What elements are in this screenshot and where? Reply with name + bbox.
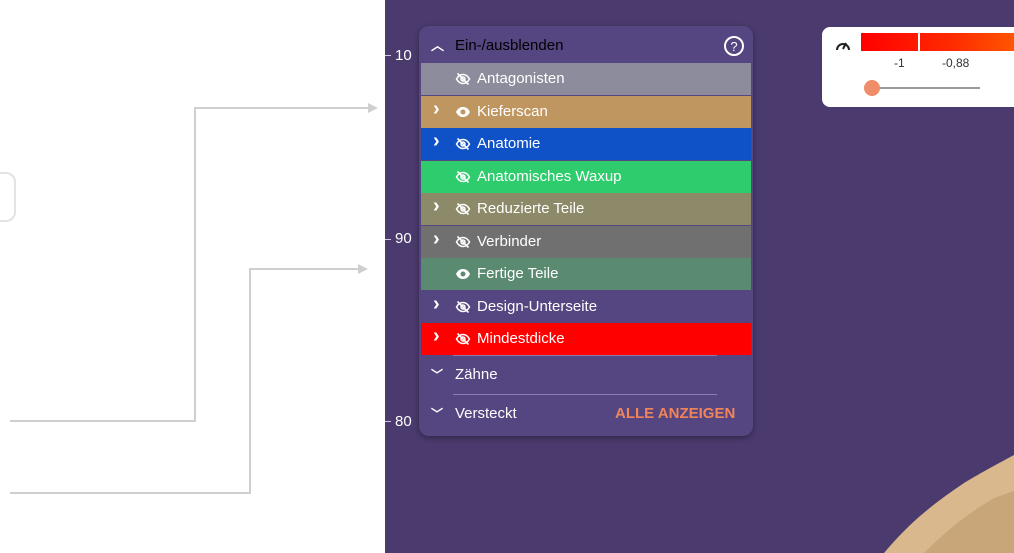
zaehne-label: Zähne [455, 366, 498, 383]
help-icon[interactable]: ? [723, 35, 745, 57]
scale-value-1: -1 [894, 56, 905, 70]
chevron-right-icon[interactable]: › [433, 294, 447, 314]
ruler-axis-line [383, 0, 385, 553]
visibility-row[interactable]: › Anatomie [421, 128, 751, 160]
visibility-row-label: Kieferscan [477, 102, 548, 120]
versteckt-label: Versteckt [455, 405, 517, 422]
connector-line-lower [10, 268, 358, 494]
visibility-row-label: Anatomie [477, 135, 541, 152]
connector-line-upper [10, 107, 368, 422]
versteckt-section[interactable]: ﹀ Versteckt ALLE ANZEIGEN [419, 398, 749, 430]
eye-off-icon[interactable] [455, 331, 471, 347]
eye-off-icon[interactable] [455, 234, 471, 250]
eye-off-icon[interactable] [455, 71, 471, 87]
ruler-tick [385, 55, 391, 56]
visibility-row[interactable]: › Mindestdicke [421, 323, 751, 355]
ruler-label-top: 10 [395, 47, 412, 64]
visibility-row-label: Verbinder [477, 232, 542, 250]
eye-off-icon[interactable] [455, 299, 471, 315]
visibility-row[interactable]: › Kieferscan [421, 95, 751, 128]
show-all-button[interactable]: ALLE ANZEIGEN [615, 405, 735, 422]
ruler-tick [385, 239, 391, 240]
connector-arrow-lower [358, 264, 368, 274]
visibility-row[interactable]: › Design-Unterseite [421, 290, 751, 323]
visibility-row-label: Antagonisten [477, 70, 565, 87]
ruler-label-middle: 90 [395, 230, 412, 247]
visibility-row[interactable]: › Verbinder [421, 225, 751, 258]
chevron-right-icon[interactable]: › [433, 326, 447, 346]
section-divider [453, 394, 717, 395]
eye-off-icon[interactable] [455, 136, 471, 152]
scale-value-2: -0,88 [942, 56, 970, 70]
chevron-down-icon[interactable]: ﹀ [431, 367, 445, 383]
ruler-label-bottom: 80 [395, 413, 412, 430]
eye-icon[interactable] [455, 266, 471, 282]
chevron-right-icon[interactable]: › [433, 196, 447, 216]
visibility-row-label: Reduzierte Teile [477, 200, 585, 217]
chevron-up-icon[interactable]: ︿ [431, 38, 445, 54]
connector-arrow-upper [368, 103, 378, 113]
visibility-row[interactable]: Fertige Teile [421, 258, 751, 290]
chevron-right-icon[interactable]: › [433, 131, 447, 151]
visibility-row-label: Anatomisches Waxup [477, 167, 622, 185]
chevron-down-icon[interactable]: ﹀ [431, 406, 445, 422]
visibility-row-label: Mindestdicke [477, 330, 565, 347]
speedometer-icon[interactable] [835, 38, 851, 54]
eye-off-icon[interactable] [455, 169, 471, 185]
panel-header-title: Ein-/ausblenden [455, 37, 564, 54]
connector-lines [10, 103, 378, 494]
visibility-row[interactable]: Anatomisches Waxup [421, 160, 751, 193]
svg-text:?: ? [730, 39, 737, 54]
zaehne-section[interactable]: ﹀ Zähne [419, 359, 749, 391]
tooth-model-surface[interactable] [854, 443, 1014, 553]
visibility-row[interactable]: Antagonisten [421, 63, 751, 95]
eye-icon[interactable] [455, 104, 471, 120]
panel-header[interactable]: ︿ Ein-/ausblenden ? [419, 32, 753, 62]
threshold-slider-handle[interactable] [864, 80, 880, 96]
color-scale-bar [861, 33, 1014, 51]
threshold-slider-track[interactable] [872, 87, 980, 89]
chevron-right-icon[interactable]: › [433, 99, 447, 119]
3d-viewport[interactable]: 10 90 80 ︿ Ein-/ausblenden ? Antagoniste… [385, 0, 1014, 553]
deviation-legend: -1 -0,88 [822, 27, 1014, 107]
left-whitespace [0, 0, 385, 553]
color-scale-divider [918, 33, 920, 51]
visibility-panel: ︿ Ein-/ausblenden ? Antagonisten › Kiefers… [419, 26, 753, 436]
section-divider [453, 355, 717, 356]
visibility-row-label: Design-Unterseite [477, 297, 598, 315]
chevron-right-icon[interactable]: › [433, 229, 447, 249]
eye-off-icon[interactable] [455, 201, 471, 217]
ruler-tick [385, 421, 391, 422]
visibility-row[interactable]: › Reduzierte Teile [421, 193, 751, 225]
visibility-row-label: Fertige Teile [477, 265, 559, 282]
